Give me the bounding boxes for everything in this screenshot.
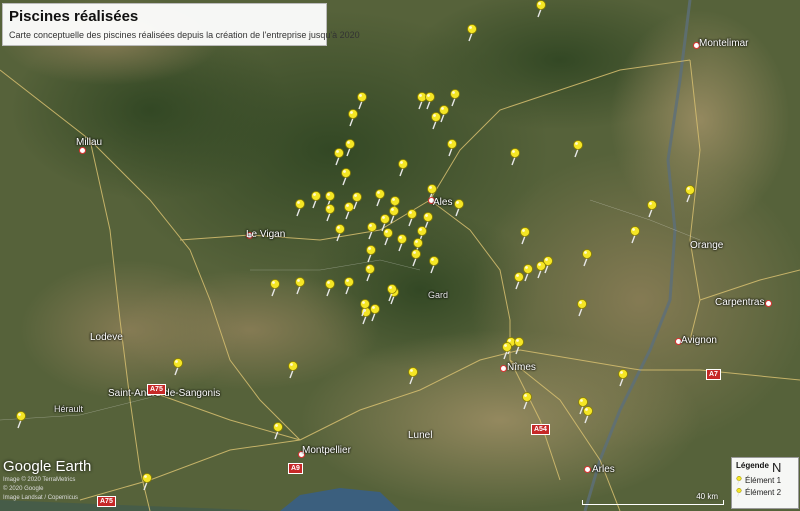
compass-icon[interactable]: N [772, 460, 781, 475]
scale-bar-label: 40 km [696, 492, 718, 501]
legend-title: Légende [736, 461, 769, 470]
pool-pushpin-icon[interactable] [513, 272, 527, 290]
pool-pushpin-icon[interactable] [521, 392, 535, 410]
pool-pushpin-icon[interactable] [324, 279, 338, 297]
pool-pushpin-icon[interactable] [509, 148, 523, 166]
pool-pushpin-icon[interactable] [343, 277, 357, 295]
pool-pushpin-icon[interactable] [428, 256, 442, 274]
pool-pushpin-icon[interactable] [356, 92, 370, 110]
attribution-line-2: © 2020 Google [3, 486, 44, 492]
city-label-arles[interactable]: Arles [592, 464, 615, 475]
region-label-herault: Hérault [54, 404, 84, 414]
pool-pushpin-icon[interactable] [347, 109, 361, 127]
road-badge-a9: A9 [288, 463, 303, 474]
city-label-nimes[interactable]: Nîmes [507, 362, 536, 373]
pool-pushpin-icon[interactable] [172, 358, 186, 376]
pool-pushpin-icon[interactable] [519, 227, 533, 245]
city-label-millau[interactable]: Millau [76, 137, 102, 148]
pool-pushpin-icon[interactable] [535, 261, 549, 279]
pool-pushpin-icon[interactable] [424, 92, 438, 110]
pool-pushpin-icon[interactable] [466, 24, 480, 42]
pool-pushpin-icon[interactable] [684, 185, 698, 203]
pushpin-icon [736, 488, 742, 498]
pool-pushpin-icon[interactable] [577, 397, 591, 415]
city-label-ales[interactable]: Ales [433, 197, 452, 208]
pool-pushpin-icon[interactable] [340, 168, 354, 186]
city-label-le-vigan[interactable]: Le Vigan [246, 229, 285, 240]
road-badge-a7: A7 [706, 369, 721, 380]
pool-pushpin-icon[interactable] [407, 367, 421, 385]
pushpin-icon [736, 476, 742, 486]
city-dot [765, 300, 772, 307]
road-badge-a75: A75 [97, 496, 116, 507]
pool-pushpin-icon[interactable] [581, 249, 595, 267]
legend-item-2[interactable]: Élément 2 [736, 488, 782, 498]
region-label-gard: Gard [428, 290, 449, 300]
pool-pushpin-icon[interactable] [513, 337, 527, 355]
pool-pushpin-icon[interactable] [501, 342, 515, 360]
pool-pushpin-icon[interactable] [386, 284, 400, 302]
google-earth-logo: Google Earth [3, 458, 92, 475]
pool-pushpin-icon[interactable] [438, 105, 452, 123]
map-title-box: Piscines réalisées Carte conceptuelle de… [2, 3, 360, 46]
road-badge-a54: A54 [531, 424, 550, 435]
city-dot [79, 147, 86, 154]
pool-pushpin-icon[interactable] [366, 222, 380, 240]
pool-pushpin-icon[interactable] [396, 234, 410, 252]
pool-pushpin-icon[interactable] [141, 473, 155, 491]
map-subtitle: Carte conceptuelle des piscines réalisée… [9, 30, 360, 40]
pool-pushpin-icon[interactable] [406, 209, 420, 227]
pool-pushpin-icon[interactable] [629, 226, 643, 244]
legend-box: Légende Élément 1 Élément 2 [731, 457, 799, 509]
pool-pushpin-icon[interactable] [272, 422, 286, 440]
pool-pushpin-icon[interactable] [294, 277, 308, 295]
pool-pushpin-icon[interactable] [374, 189, 388, 207]
road-badge-a75-north: A75 [147, 384, 166, 395]
legend-item-label: Élément 1 [745, 476, 782, 485]
pool-pushpin-icon[interactable] [397, 159, 411, 177]
pool-pushpin-icon[interactable] [576, 299, 590, 317]
city-label-lodeve[interactable]: Lodeve [90, 332, 123, 343]
pool-pushpin-icon[interactable] [269, 279, 283, 297]
pool-pushpin-icon[interactable] [617, 369, 631, 387]
pool-pushpin-icon[interactable] [359, 299, 373, 317]
pool-pushpin-icon[interactable] [535, 0, 549, 18]
city-label-montpellier[interactable]: Montpellier [302, 445, 351, 456]
city-label-orange[interactable]: Orange [690, 240, 723, 251]
legend-item-label: Élément 2 [745, 488, 782, 497]
city-label-carpentras[interactable]: Carpentras [715, 297, 764, 308]
pool-pushpin-icon[interactable] [324, 204, 338, 222]
satellite-map[interactable] [0, 0, 800, 511]
pool-pushpin-icon[interactable] [410, 249, 424, 267]
pool-pushpin-icon[interactable] [453, 199, 467, 217]
city-label-montelimar[interactable]: Montelimar [699, 38, 748, 49]
city-label-avignon[interactable]: Avignon [681, 335, 717, 346]
pool-pushpin-icon[interactable] [364, 264, 378, 282]
pool-pushpin-icon[interactable] [294, 199, 308, 217]
attribution-line-3: Image Landsat / Copernicus [3, 495, 79, 501]
map-title: Piscines réalisées [9, 8, 139, 25]
pool-pushpin-icon[interactable] [334, 224, 348, 242]
city-dot [500, 365, 507, 372]
scale-bar: 40 km [582, 492, 724, 505]
pool-pushpin-icon[interactable] [351, 192, 365, 210]
pool-pushpin-icon[interactable] [446, 139, 460, 157]
pool-pushpin-icon[interactable] [646, 200, 660, 218]
pool-pushpin-icon[interactable] [310, 191, 324, 209]
pool-pushpin-icon[interactable] [449, 89, 463, 107]
city-dot [584, 466, 591, 473]
pool-pushpin-icon[interactable] [287, 361, 301, 379]
pool-pushpin-icon[interactable] [382, 228, 396, 246]
pool-pushpin-icon[interactable] [333, 148, 347, 166]
pool-pushpin-icon[interactable] [365, 245, 379, 263]
pool-pushpin-icon[interactable] [572, 140, 586, 158]
city-label-lunel[interactable]: Lunel [408, 430, 432, 441]
legend-item-1[interactable]: Élément 1 [736, 476, 782, 486]
attribution-line-1: Image © 2020 TerraMetrics [3, 477, 76, 483]
pool-pushpin-icon[interactable] [15, 411, 29, 429]
